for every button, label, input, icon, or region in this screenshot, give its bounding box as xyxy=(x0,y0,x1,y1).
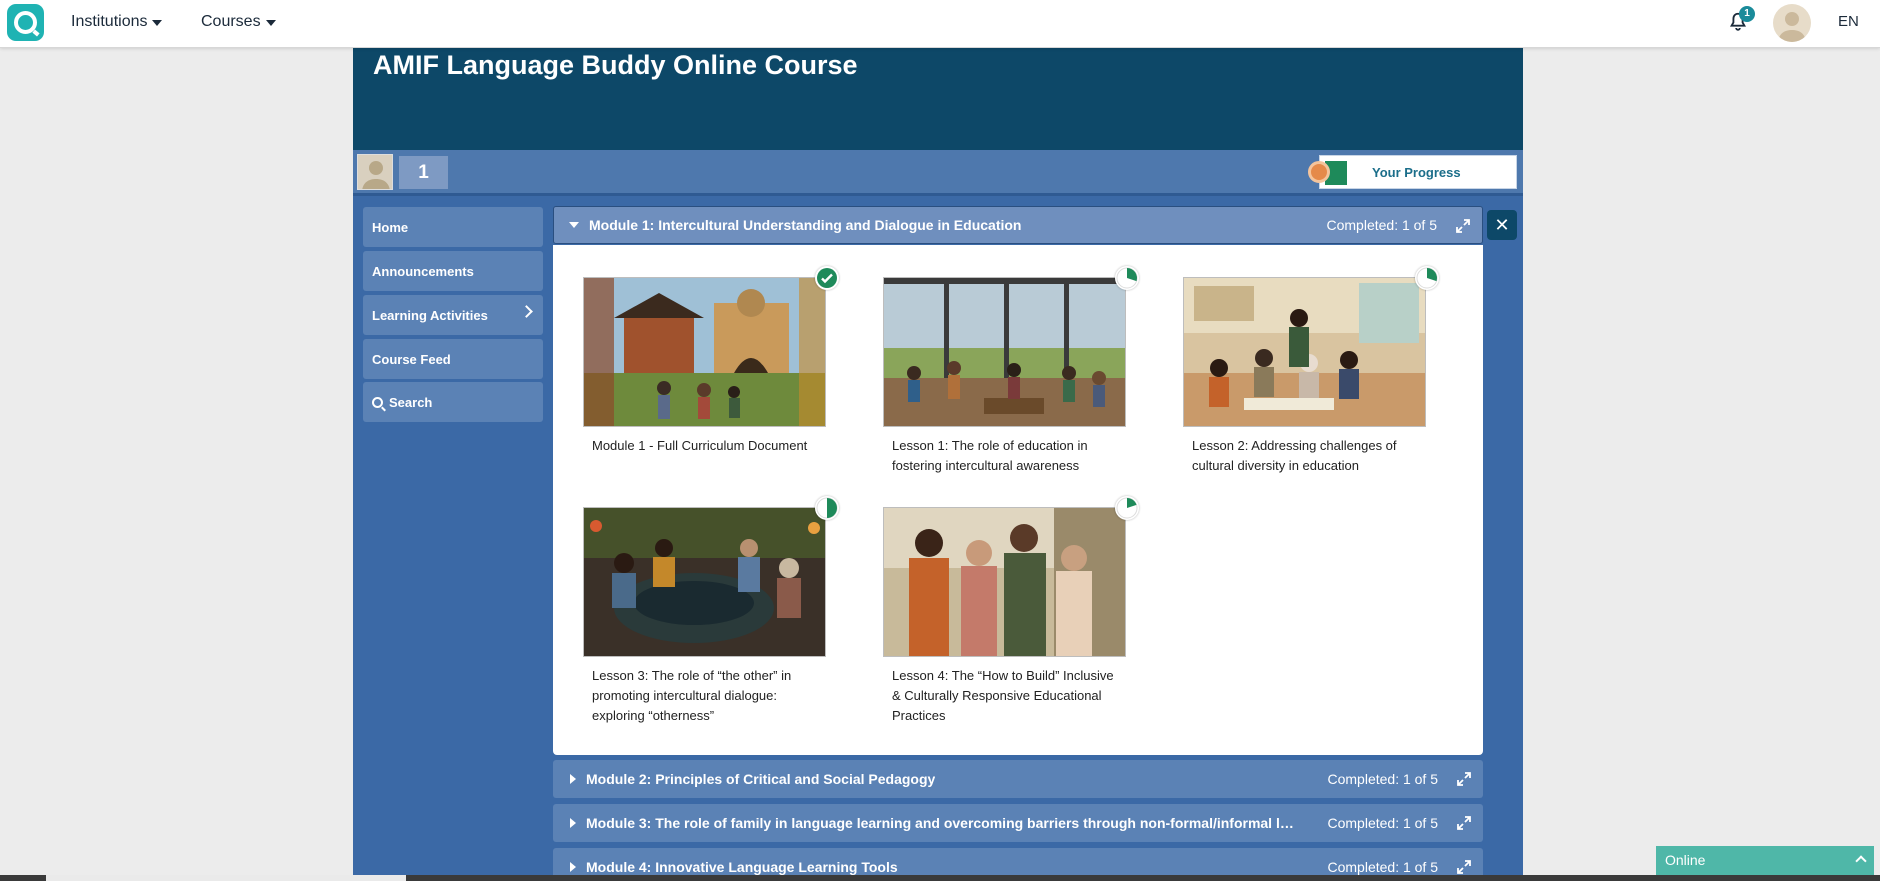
module-completed: Completed: 1 of 5 xyxy=(1327,771,1438,787)
module-completed: Completed: 1 of 5 xyxy=(1326,217,1437,233)
caret-down-icon xyxy=(265,20,276,26)
module-3-header[interactable]: Module 3: The role of family in language… xyxy=(553,804,1483,842)
card-title: Module 1 - Full Curriculum Document xyxy=(592,438,808,453)
card-image[interactable] xyxy=(883,507,1126,657)
progress-pie-icon xyxy=(1115,496,1139,520)
card-image[interactable] xyxy=(883,277,1126,427)
card-title: Lesson 2: Addressing challenges of cultu… xyxy=(1192,438,1397,473)
list-item[interactable]: Lesson 1: The role of education in foste… xyxy=(883,277,1126,476)
module-completed: Completed: 1 of 5 xyxy=(1327,815,1438,831)
module-title: Module 1: Intercultural Understanding an… xyxy=(589,217,1022,233)
your-progress-label: Your Progress xyxy=(1372,165,1461,180)
your-progress-button[interactable]: Your Progress xyxy=(1308,155,1517,189)
module-title: Module 4: Innovative Language Learning T… xyxy=(586,859,898,875)
sidebar-item-announcements[interactable]: Announcements xyxy=(363,251,543,291)
search-icon xyxy=(372,396,383,408)
expand-triangle-icon xyxy=(570,774,576,784)
sidebar-item-learning-activities[interactable]: Learning Activities xyxy=(363,295,543,335)
caret-down-icon xyxy=(152,20,163,26)
horizontal-scrollbar[interactable] xyxy=(0,875,1880,881)
expand-triangle-icon xyxy=(570,818,576,828)
close-icon[interactable]: ✕ xyxy=(1487,210,1517,240)
progress-pie-icon xyxy=(815,496,839,520)
sidebar-item-search[interactable]: Search xyxy=(363,382,543,422)
institutions-menu-label: Institutions xyxy=(71,13,148,30)
sidebar-item-label: Announcements xyxy=(372,263,474,279)
sidebar-item-home[interactable]: Home xyxy=(363,207,543,247)
member-count[interactable]: 1 xyxy=(399,156,448,189)
courses-menu[interactable]: Courses xyxy=(201,13,276,31)
expand-icon[interactable] xyxy=(1457,816,1471,830)
card-title: Lesson 4: The “How to Build” Inclusive &… xyxy=(892,668,1114,723)
module-2-header[interactable]: Module 2: Principles of Critical and Soc… xyxy=(553,760,1483,798)
card-image[interactable] xyxy=(1183,277,1426,427)
course-panel: AMIF Language Buddy Online Course 1 Your… xyxy=(353,48,1523,881)
module-1-header[interactable]: Module 1: Intercultural Understanding an… xyxy=(553,206,1483,244)
sidebar-item-label: Search xyxy=(389,394,433,410)
scrollbar-thumb[interactable] xyxy=(46,875,406,881)
language-selector[interactable]: EN xyxy=(1838,13,1859,30)
sidebar-item-label: Learning Activities xyxy=(372,307,488,323)
sidebar-item-label: Home xyxy=(372,219,409,235)
logo-icon[interactable] xyxy=(7,4,44,41)
member-avatar[interactable] xyxy=(357,154,393,190)
card-title: Lesson 1: The role of education in foste… xyxy=(892,438,1088,473)
card-image[interactable] xyxy=(583,507,826,657)
expand-icon[interactable] xyxy=(1457,772,1471,786)
module-completed: Completed: 1 of 5 xyxy=(1327,859,1438,875)
expand-icon[interactable] xyxy=(1457,860,1471,874)
progress-pie-icon xyxy=(1415,266,1439,290)
courses-menu-label: Courses xyxy=(201,13,261,30)
expand-icon[interactable] xyxy=(1456,219,1470,233)
top-navigation-bar: Institutions Courses 1 EN xyxy=(0,0,1880,48)
sidebar-item-course-feed[interactable]: Course Feed xyxy=(363,339,543,379)
institutions-menu[interactable]: Institutions xyxy=(71,13,163,31)
expand-triangle-icon xyxy=(570,862,576,872)
module-title: Module 3: The role of family in language… xyxy=(586,815,1296,831)
notification-badge: 1 xyxy=(1739,6,1755,22)
list-item[interactable]: Module 1 - Full Curriculum Document xyxy=(583,277,826,456)
online-chat-bar[interactable]: Online xyxy=(1656,846,1874,875)
collapse-triangle-icon xyxy=(569,222,579,228)
course-title: AMIF Language Buddy Online Course xyxy=(373,50,858,80)
progress-pie-icon xyxy=(1115,266,1139,290)
list-item[interactable]: Lesson 4: The “How to Build” Inclusive &… xyxy=(883,507,1126,726)
check-icon xyxy=(815,266,839,290)
sidebar-item-label: Course Feed xyxy=(372,351,451,367)
module-1-content: Module 1 - Full Curriculum Document Less… xyxy=(553,245,1483,755)
chevron-up-icon[interactable] xyxy=(1855,855,1867,867)
chevron-right-icon xyxy=(520,305,533,318)
card-title: Lesson 3: The role of “the other” in pro… xyxy=(592,668,792,723)
course-header: AMIF Language Buddy Online Course xyxy=(353,48,1523,150)
progress-marker xyxy=(1308,161,1330,183)
online-status-label: Online xyxy=(1665,852,1706,868)
list-item[interactable]: Lesson 2: Addressing challenges of cultu… xyxy=(1183,277,1426,476)
module-title: Module 2: Principles of Critical and Soc… xyxy=(586,771,936,787)
card-image[interactable] xyxy=(583,277,826,427)
list-item[interactable]: Lesson 3: The role of “the other” in pro… xyxy=(583,507,826,726)
user-avatar[interactable] xyxy=(1773,4,1811,42)
